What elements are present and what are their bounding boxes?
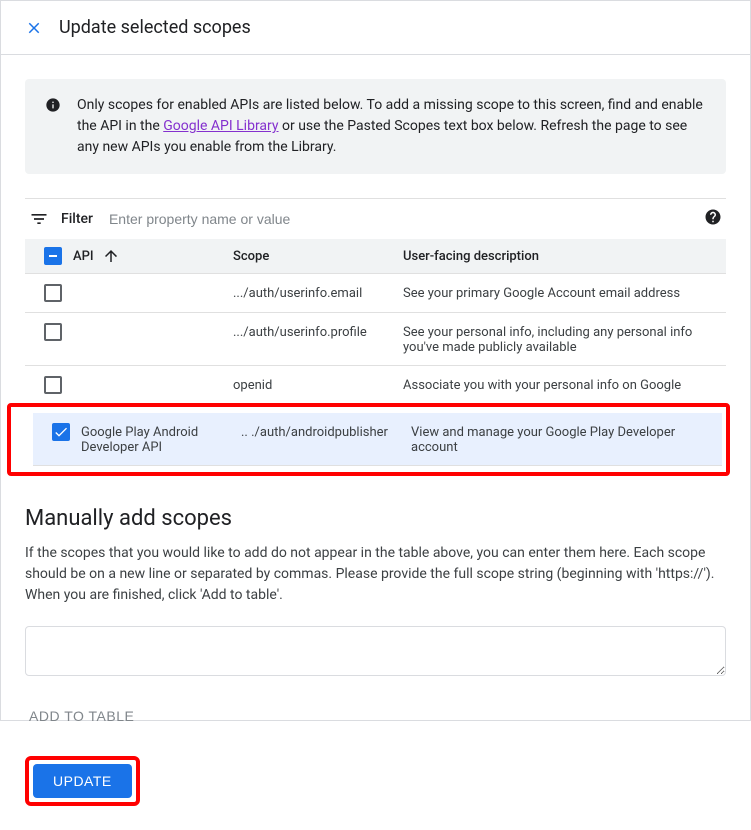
scopes-table: API Scope User-facing description .../au… (25, 239, 726, 476)
add-to-table-button[interactable]: ADD TO TABLE (25, 700, 138, 732)
cell-api (73, 323, 233, 325)
manual-scopes-section: Manually add scopes If the scopes that y… (25, 506, 726, 732)
info-banner: Only scopes for enabled APIs are listed … (25, 79, 726, 174)
table-header: API Scope User-facing description (25, 239, 726, 274)
table-row[interactable]: .../auth/userinfo.profileSee your person… (25, 313, 726, 366)
cell-scope: .../auth/userinfo.profile (233, 323, 403, 340)
manual-scopes-textarea[interactable] (25, 626, 726, 676)
cell-scope: .. ./auth/androidpublisher (241, 423, 411, 440)
column-header-api[interactable]: API (73, 247, 233, 265)
info-text: Only scopes for enabled APIs are listed … (77, 95, 706, 158)
dialog-header: Update selected scopes (1, 1, 750, 55)
row-checkbox[interactable] (44, 323, 62, 341)
table-row[interactable]: Google Play Android Developer API.. ./au… (33, 413, 722, 466)
column-header-desc[interactable]: User-facing description (403, 249, 718, 264)
dialog-footer: UPDATE (1, 756, 750, 830)
info-icon (45, 97, 61, 113)
api-library-link[interactable]: Google API Library (163, 118, 278, 134)
row-checkbox[interactable] (44, 376, 62, 394)
help-icon (704, 208, 722, 226)
filter-icon (29, 209, 49, 229)
close-button[interactable] (25, 19, 43, 37)
update-highlight: UPDATE (25, 756, 140, 806)
cell-scope: .../auth/userinfo.email (233, 284, 403, 301)
dialog-title: Update selected scopes (59, 17, 251, 38)
select-all-checkbox[interactable] (44, 247, 62, 265)
highlighted-row: Google Play Android Developer API.. ./au… (7, 403, 730, 476)
table-row[interactable]: .../auth/userinfo.emailSee your primary … (25, 274, 726, 313)
filter-label: Filter (61, 211, 93, 227)
cell-scope: openid (233, 376, 403, 393)
cell-description: View and manage your Google Play Develop… (411, 423, 714, 455)
cell-api (73, 376, 233, 378)
column-header-scope[interactable]: Scope (233, 249, 403, 264)
cell-api: Google Play Android Developer API (81, 423, 241, 455)
row-checkbox[interactable] (52, 423, 70, 441)
manual-description: If the scopes that you would like to add… (25, 543, 726, 606)
cell-description: See your personal info, including any pe… (403, 323, 718, 355)
close-icon (25, 19, 43, 37)
manual-title: Manually add scopes (25, 506, 726, 531)
help-button[interactable] (704, 208, 722, 230)
table-row[interactable]: openidAssociate you with your personal i… (25, 366, 726, 405)
sort-arrow-up-icon (102, 247, 120, 265)
cell-api (73, 284, 233, 286)
filter-row: Filter (25, 198, 726, 239)
cell-description: Associate you with your personal info on… (403, 376, 718, 393)
update-button[interactable]: UPDATE (33, 764, 132, 798)
filter-input[interactable] (105, 207, 692, 231)
row-checkbox[interactable] (44, 284, 62, 302)
cell-description: See your primary Google Account email ad… (403, 284, 718, 301)
